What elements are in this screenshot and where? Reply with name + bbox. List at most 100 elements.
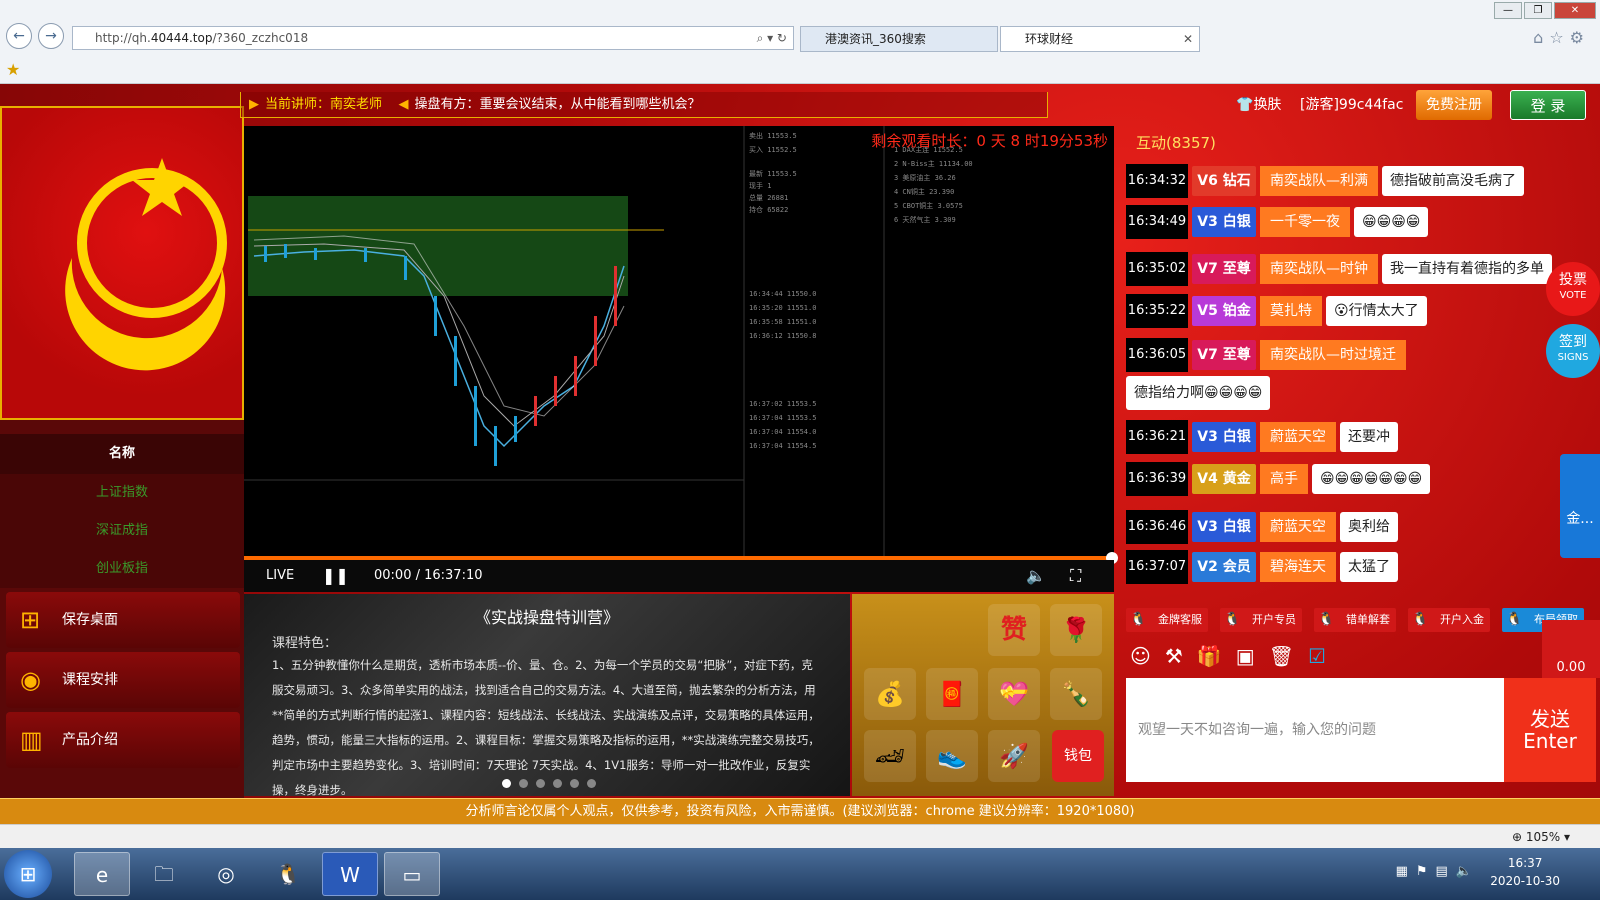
user-nickname[interactable]: 南奕战队—利满: [1260, 166, 1378, 196]
side-service-tab[interactable]: 金...: [1560, 454, 1600, 558]
product-intro-button[interactable]: ▥ 产品介绍: [6, 712, 240, 768]
tab-360-search[interactable]: 港澳资讯_360搜索: [800, 26, 998, 52]
qq-icon: 🐧: [1412, 612, 1429, 627]
svg-text:4 CN铜主 23.390: 4 CN铜主 23.390: [894, 187, 954, 196]
sports-car-gift-icon[interactable]: 🏎: [864, 730, 916, 782]
save-desktop-button[interactable]: ⊞ 保存桌面: [6, 592, 240, 648]
sign-in-button[interactable]: 签到 SIGNS: [1546, 324, 1600, 378]
clock[interactable]: 16:37 2020-10-30: [1490, 854, 1560, 890]
carousel-dots[interactable]: [502, 777, 604, 792]
url-prefix: http://qh.: [95, 31, 151, 45]
user-nickname[interactable]: 南奕战队—时钟: [1260, 254, 1378, 284]
gift-icon[interactable]: 🎁: [1197, 644, 1236, 668]
volume-icon[interactable]: 🔈: [1026, 560, 1046, 592]
system-tray-icons[interactable]: ▦⚑▤🔈: [1396, 864, 1480, 879]
button-label: 产品介绍: [62, 732, 118, 748]
home-star-gear-icons[interactable]: ⌂☆⚙: [1533, 28, 1590, 47]
service-button[interactable]: 🐧 开户专员: [1220, 608, 1302, 632]
folder-taskbar-icon[interactable]: 🗀: [136, 852, 192, 896]
red-envelope-gift-icon[interactable]: 🧧: [926, 668, 978, 720]
qq-icon: 🐧: [1130, 612, 1147, 627]
sneaker-gift-icon[interactable]: 👟: [926, 730, 978, 782]
gold-ingot-gift-icon[interactable]: 💰: [864, 668, 916, 720]
maximize-button[interactable]: ❐: [1524, 2, 1552, 19]
search-refresh-icon[interactable]: ⌕ ▾ ↻: [757, 27, 787, 49]
skin-button[interactable]: 👕换肤: [1236, 84, 1281, 126]
trash-icon[interactable]: 🗑: [1269, 644, 1308, 668]
wallet-button[interactable]: 钱包: [1052, 730, 1104, 782]
user-nickname[interactable]: 南奕战队—时过境迁: [1260, 340, 1406, 370]
taskbar: ⊞ e 🗀 ◎ 🐧 W ▭ ▦⚑▤🔈 16:37 2020-10-30: [0, 848, 1600, 900]
video-player[interactable]: 卖出 11553.5 买入 11552.5 最新 11553.5 现手 1 总量 26…: [244, 126, 1118, 592]
kline-chart: 卖出 11553.5 买入 11552.5 最新 11553.5 现手 1 总量 26…: [244, 126, 1114, 556]
like-gift[interactable]: 赞: [988, 604, 1040, 656]
app-taskbar-icon[interactable]: ▭: [384, 852, 440, 896]
ie-taskbar-icon[interactable]: e: [74, 852, 130, 896]
carousel-dot[interactable]: [536, 779, 545, 788]
svg-text:卖出 11553.5: 卖出 11553.5: [749, 131, 797, 140]
red-packet-widget[interactable]: 0.00: [1542, 620, 1600, 678]
user-nickname[interactable]: 莫扎特: [1260, 296, 1322, 326]
user-nickname[interactable]: 一千零一夜: [1260, 207, 1350, 237]
fullscreen-icon[interactable]: ⛶: [1070, 560, 1081, 592]
heart-gift-icon[interactable]: 💝: [988, 668, 1040, 720]
rocket-gift-icon[interactable]: 🚀: [988, 730, 1040, 782]
zoom-icon: ⊕: [1511, 830, 1526, 844]
service-buttons: 🐧金牌客服🐧开户专员🐧错单解套🐧开户入金🐧布局领取: [1126, 608, 1600, 632]
zoom-level[interactable]: 105%: [1526, 830, 1560, 844]
chrome-taskbar-icon[interactable]: ◎: [198, 852, 254, 896]
back-button[interactable]: ←: [6, 23, 32, 49]
message-text: 太猛了: [1340, 552, 1398, 582]
register-button[interactable]: 免费注册: [1416, 90, 1492, 120]
carousel-dot[interactable]: [570, 779, 579, 788]
carousel-dot[interactable]: [587, 779, 596, 788]
course-intro: 《实战操盘特训营》 课程特色： 1、五分钟教懂你什么是期货，透析市场本质--价、…: [244, 594, 850, 797]
message-time: 16:36:21: [1126, 420, 1188, 454]
carousel-dot[interactable]: [502, 779, 511, 788]
user-nickname[interactable]: 蔚蓝天空: [1260, 422, 1336, 452]
user-nickname[interactable]: 高手: [1260, 464, 1308, 494]
carousel-dot[interactable]: [553, 779, 562, 788]
send-enter-label: Enter: [1523, 729, 1577, 753]
message-time: 16:34:32: [1126, 164, 1188, 198]
checkbox-icon[interactable]: ☑: [1308, 644, 1340, 668]
image-icon[interactable]: ▣: [1236, 644, 1269, 668]
close-icon[interactable]: ✕: [1183, 27, 1193, 51]
send-button[interactable]: 发送 Enter: [1504, 678, 1596, 782]
address-bar[interactable]: http://qh.40444.top/?360_zczhc018 ⌕ ▾ ↻: [72, 26, 794, 50]
svg-text:总量 26881: 总量 26881: [749, 193, 788, 202]
carousel-dot[interactable]: [519, 779, 528, 788]
message-time: 16:34:49: [1126, 205, 1188, 239]
url-domain: 40444.top: [150, 31, 213, 45]
chat-message: 德指给力啊😁😁😁😁: [1126, 374, 1600, 410]
index-chinext[interactable]: 创业板指: [0, 550, 244, 588]
skin-label: 换肤: [1253, 97, 1282, 113]
favorites-icon[interactable]: ★: [6, 60, 20, 79]
pause-icon[interactable]: ❚❚: [322, 560, 349, 592]
champagne-gift-icon[interactable]: 🍾: [1050, 668, 1102, 720]
index-shenzhen[interactable]: 深证成指: [0, 512, 244, 550]
live-label: LIVE: [266, 568, 295, 583]
vote-button[interactable]: 投票 VOTE: [1546, 262, 1600, 316]
user-nickname[interactable]: 碧海连天: [1260, 552, 1336, 582]
service-button[interactable]: 🐧 错单解套: [1314, 608, 1396, 632]
tab-huanqiu[interactable]: 环球财经 ✕: [1000, 26, 1200, 52]
start-button[interactable]: ⊞: [4, 850, 52, 898]
index-shanghai[interactable]: 上证指数: [0, 474, 244, 512]
forward-button[interactable]: →: [38, 23, 64, 49]
login-button[interactable]: 登 录: [1510, 90, 1586, 120]
qq-taskbar-icon[interactable]: 🐧: [260, 852, 316, 896]
service-button[interactable]: 🐧 开户入金: [1408, 608, 1490, 632]
minimize-button[interactable]: —: [1494, 2, 1522, 19]
chat-message: 16:35:02 V7 至尊 南奕战队—时钟 我一直持有着德指的多单: [1126, 252, 1600, 288]
close-window-button[interactable]: ✕: [1554, 2, 1596, 19]
rose-gift-icon[interactable]: 🌹: [1050, 604, 1102, 656]
word-taskbar-icon[interactable]: W: [322, 852, 378, 896]
service-button[interactable]: 🐧 金牌客服: [1126, 608, 1208, 632]
user-nickname[interactable]: 蔚蓝天空: [1260, 512, 1336, 542]
hammer-icon[interactable]: ⚒: [1165, 644, 1197, 668]
course-schedule-button[interactable]: ◉ 课程安排: [6, 652, 240, 708]
sign-en-label: SIGNS: [1557, 352, 1589, 363]
emoji-icon[interactable]: ☺: [1130, 644, 1165, 668]
chat-input[interactable]: 观望一天不如咨询一遍，输入您的问题: [1126, 678, 1504, 782]
